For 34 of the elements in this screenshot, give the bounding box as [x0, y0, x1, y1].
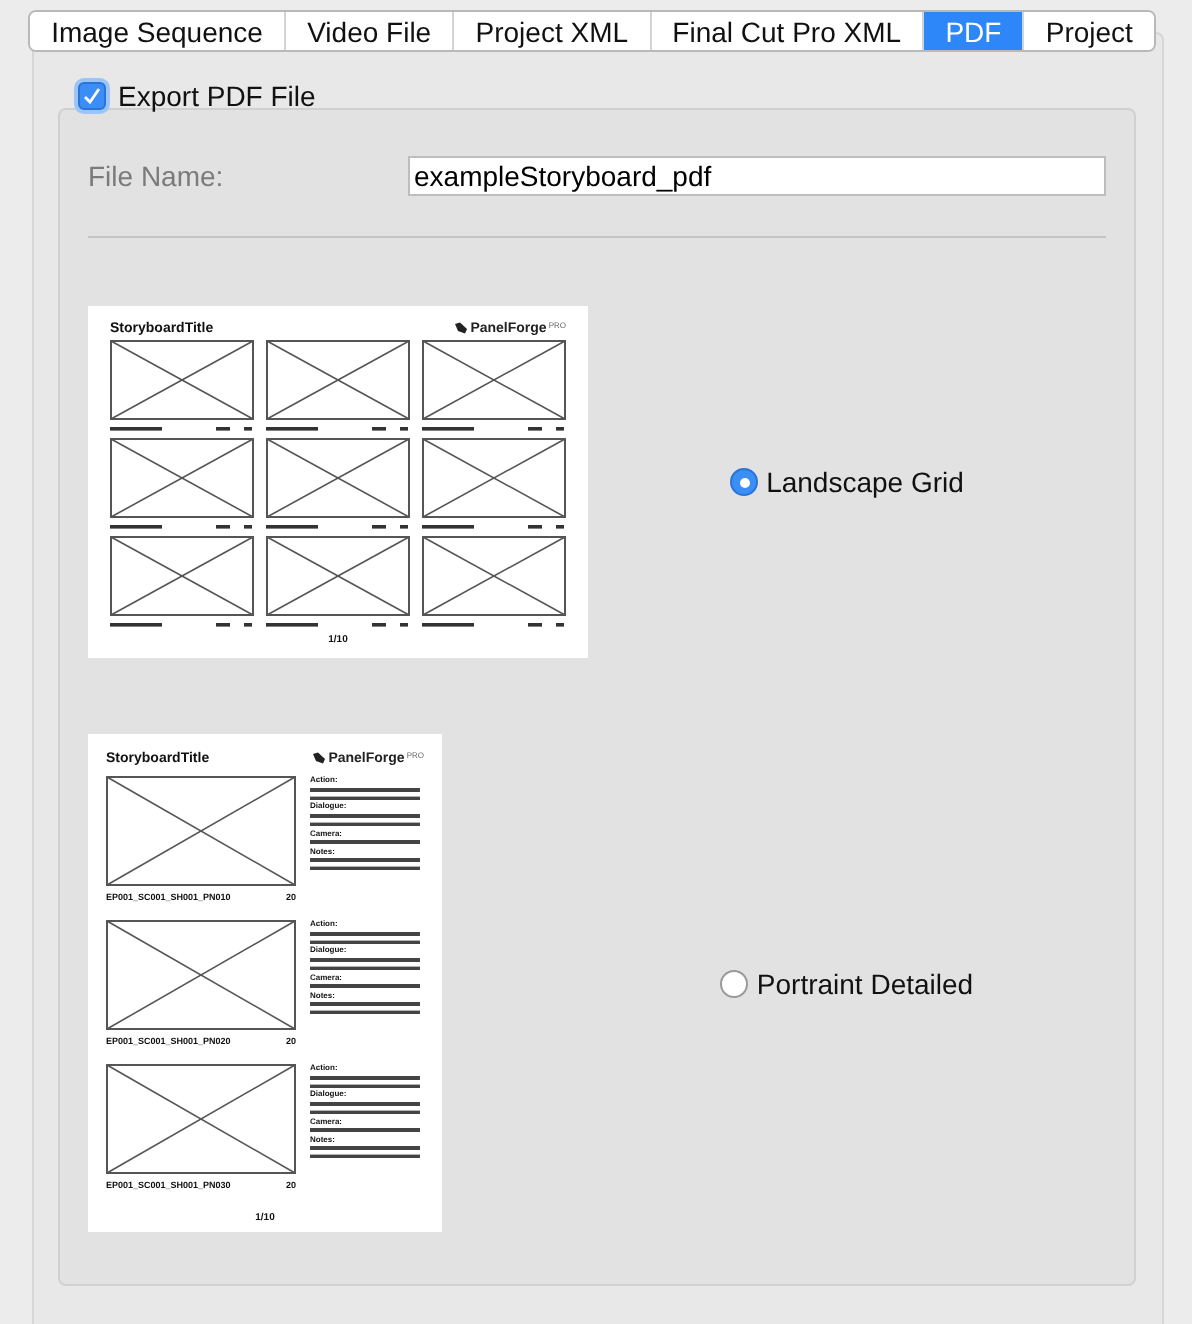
panel-thumbnail-drawing — [110, 536, 254, 630]
text-lines-drawing — [310, 1002, 420, 1015]
text-lines-drawing — [310, 813, 420, 827]
panel-thumbnail-drawing — [422, 438, 566, 532]
text-lines-drawing — [310, 1101, 420, 1115]
tab[interactable]: PDF — [924, 12, 1025, 50]
text-lines-drawing — [310, 984, 420, 989]
panel-thumbnail-drawing — [422, 340, 566, 434]
checkmark-icon — [82, 86, 102, 106]
file-name-field[interactable]: exampleStoryboard_pdf — [408, 156, 1106, 196]
text-lines-drawing — [310, 858, 420, 871]
panel-thumbnail-drawing — [266, 536, 410, 630]
panel-thumbnail-drawing — [266, 340, 410, 434]
text-lines-drawing — [310, 840, 420, 845]
text-lines-drawing — [310, 1146, 420, 1159]
text-lines-drawing — [310, 1128, 420, 1133]
radio-button[interactable] — [720, 969, 749, 997]
text-lines-drawing — [310, 931, 420, 944]
checkbox[interactable] — [78, 82, 106, 110]
text-lines-drawing — [310, 1075, 420, 1088]
checkbox-label: Export PDF File — [118, 80, 316, 112]
radio-button[interactable] — [730, 468, 759, 496]
panel-thumbnail-drawing — [110, 438, 254, 532]
radio-label: Landscape Grid — [766, 466, 964, 498]
brush-icon — [454, 322, 469, 334]
field-label: File Name: — [88, 160, 226, 192]
text-lines-drawing — [310, 957, 420, 971]
panel-thumbnail-drawing — [266, 438, 410, 532]
text-lines-drawing — [310, 787, 420, 800]
brush-icon — [312, 752, 327, 764]
tab[interactable]: Image Sequence — [30, 12, 287, 50]
radio-label: Portraint Detailed — [756, 967, 974, 999]
panel-thumbnail-drawing — [110, 340, 254, 434]
panel-thumbnail-drawing — [422, 536, 566, 630]
